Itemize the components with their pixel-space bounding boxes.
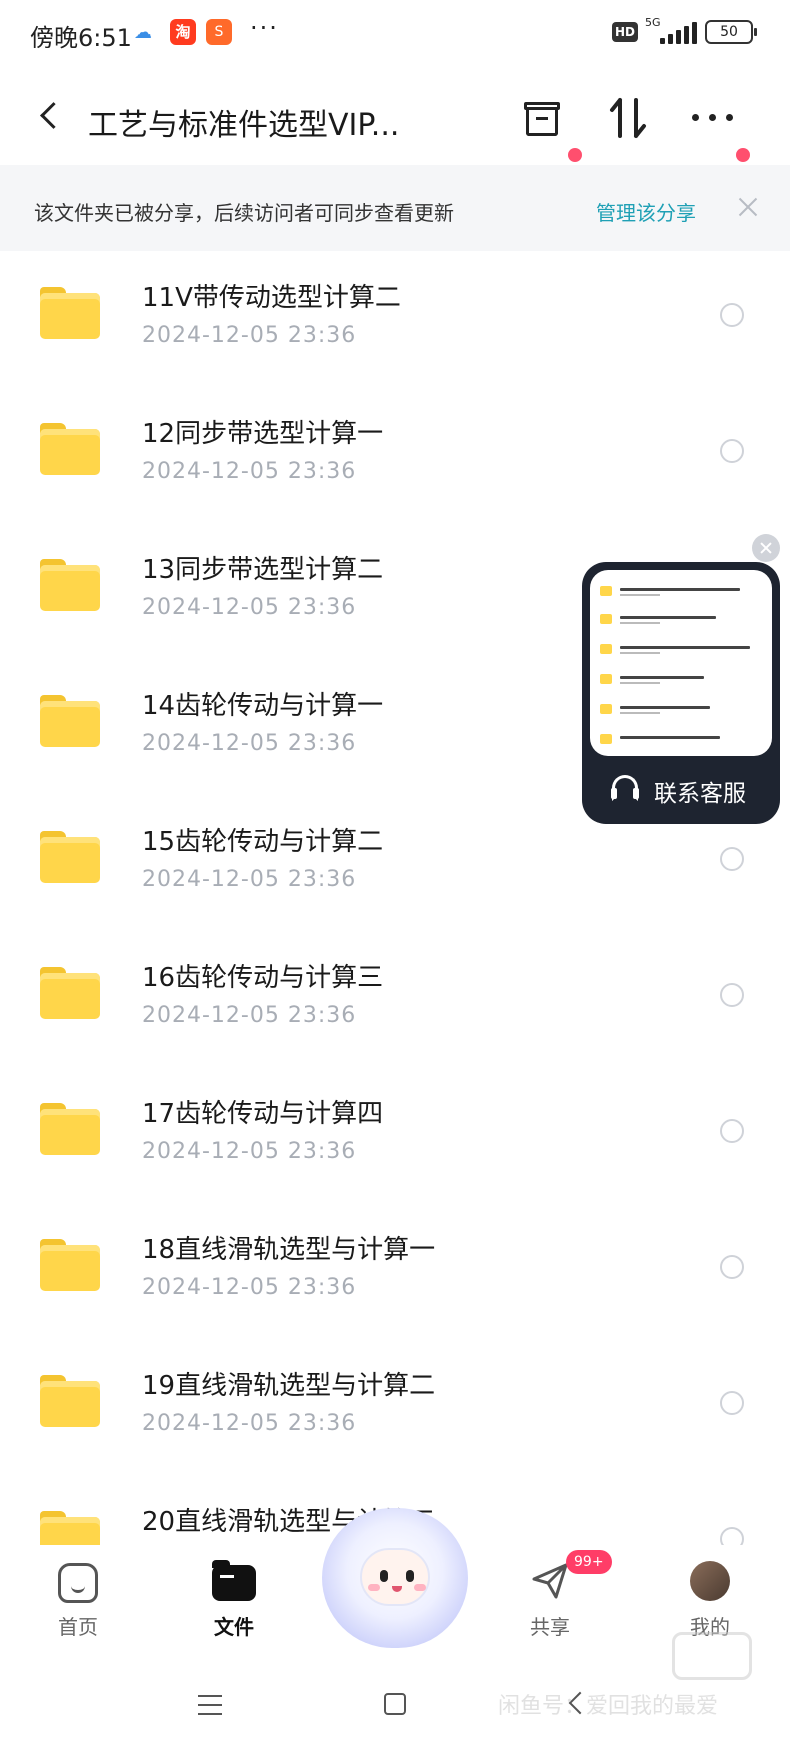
file-list: 11V带传动选型计算二 2024-12-05 23:36 12同步带选型计算一 … <box>0 251 790 1551</box>
sort-icon[interactable] <box>608 96 648 140</box>
file-name: 17齿轮传动与计算四 <box>142 1099 384 1129</box>
notification-dot <box>736 148 750 162</box>
tab-label: 首页 <box>58 1615 98 1639</box>
file-date: 2024-12-05 23:36 <box>142 1003 357 1028</box>
battery-level: 50 <box>720 24 738 40</box>
folder-icon <box>40 287 100 339</box>
status-bar: 傍晚6:51 ☁ 淘 S ··· HD 5G 50 <box>0 0 790 70</box>
list-item[interactable]: 17齿轮传动与计算四 2024-12-05 23:36 <box>0 1067 790 1203</box>
folder-icon <box>40 559 100 611</box>
list-item[interactable]: 16齿轮传动与计算三 2024-12-05 23:36 <box>0 931 790 1067</box>
archive-icon[interactable] <box>522 98 562 138</box>
signal-icon <box>660 22 697 44</box>
file-date: 2024-12-05 23:36 <box>142 1139 357 1164</box>
hd-icon: HD <box>612 22 639 42</box>
folder-icon <box>40 1375 100 1427</box>
folder-icon <box>40 967 100 1019</box>
select-radio[interactable] <box>720 439 744 463</box>
tab-label: 共享 <box>530 1615 570 1639</box>
file-name: 15齿轮传动与计算二 <box>142 827 384 857</box>
folder-icon <box>40 695 100 747</box>
page-title: 工艺与标准件选型VIP... <box>88 108 400 143</box>
select-radio[interactable] <box>720 847 744 871</box>
watermark-logo <box>672 1632 752 1680</box>
menu-icon[interactable] <box>198 1695 222 1715</box>
home-icon <box>58 1563 98 1603</box>
app-notification-icon: S <box>206 19 232 45</box>
share-notice-text: 该文件夹已被分享，后续访问者可同步查看更新 <box>34 201 454 225</box>
back-icon[interactable] <box>34 98 66 134</box>
file-date: 2024-12-05 23:36 <box>142 595 357 620</box>
share-icon <box>532 1563 568 1599</box>
close-floating-card-icon[interactable] <box>752 534 780 562</box>
file-date: 2024-12-05 23:36 <box>142 731 357 756</box>
header: 工艺与标准件选型VIP... <box>0 70 790 165</box>
taobao-notification-icon: 淘 <box>170 19 196 45</box>
select-radio[interactable] <box>720 1255 744 1279</box>
file-name: 18直线滑轨选型与计算一 <box>142 1235 436 1265</box>
file-name: 16齿轮传动与计算三 <box>142 963 384 993</box>
status-time: 傍晚6:51 <box>30 24 132 52</box>
folder-icon <box>40 1239 100 1291</box>
watermark-text: 闲鱼号：爱回我的最爱 <box>498 1694 719 1719</box>
avatar <box>690 1561 730 1601</box>
file-name: 13同步带选型计算二 <box>142 555 384 585</box>
tab-files[interactable]: 文件 <box>174 1545 294 1655</box>
customer-service-card[interactable]: 联系客服 <box>582 562 780 824</box>
file-name: 11V带传动选型计算二 <box>142 283 401 313</box>
select-radio[interactable] <box>720 1119 744 1143</box>
list-item[interactable]: 18直线滑轨选型与计算一 2024-12-05 23:36 <box>0 1203 790 1339</box>
more-icon[interactable] <box>692 106 734 130</box>
close-icon[interactable] <box>736 195 760 219</box>
file-name: 19直线滑轨选型与计算二 <box>142 1371 436 1401</box>
file-list-preview-thumbnail <box>590 570 772 756</box>
folder-icon <box>40 831 100 883</box>
file-date: 2024-12-05 23:36 <box>142 867 357 892</box>
file-name: 12同步带选型计算一 <box>142 419 384 449</box>
manage-share-link[interactable]: 管理该分享 <box>596 197 696 226</box>
headset-icon <box>611 775 639 801</box>
tab-label: 文件 <box>214 1615 254 1639</box>
list-item[interactable]: 11V带传动选型计算二 2024-12-05 23:36 <box>0 251 790 387</box>
notification-dot <box>568 148 582 162</box>
nav-home-icon[interactable] <box>384 1693 406 1715</box>
mascot-face-icon <box>360 1548 430 1606</box>
contact-service-label: 联系客服 <box>654 781 746 807</box>
select-radio[interactable] <box>720 303 744 327</box>
select-radio[interactable] <box>720 983 744 1007</box>
share-notice-banner: 该文件夹已被分享，后续访问者可同步查看更新 管理该分享 <box>0 165 790 251</box>
cloud-icon: ☁ <box>134 22 152 43</box>
folder-icon <box>40 1103 100 1155</box>
file-date: 2024-12-05 23:36 <box>142 1275 357 1300</box>
file-date: 2024-12-05 23:36 <box>142 323 357 348</box>
file-name: 14齿轮传动与计算一 <box>142 691 384 721</box>
network-label: 5G <box>645 16 661 29</box>
more-notifications-icon: ··· <box>250 14 279 42</box>
battery-icon: 50 <box>705 20 757 44</box>
tab-home[interactable]: 首页 <box>18 1545 138 1655</box>
files-icon <box>212 1560 256 1601</box>
file-date: 2024-12-05 23:36 <box>142 459 357 484</box>
list-item[interactable]: 19直线滑轨选型与计算二 2024-12-05 23:36 <box>0 1339 790 1475</box>
share-badge: 99+ <box>566 1550 612 1574</box>
file-date: 2024-12-05 23:36 <box>142 1411 357 1436</box>
folder-icon <box>40 423 100 475</box>
select-radio[interactable] <box>720 1391 744 1415</box>
list-item[interactable]: 12同步带选型计算一 2024-12-05 23:36 <box>0 387 790 523</box>
mascot-assistant-button[interactable] <box>322 1508 468 1648</box>
